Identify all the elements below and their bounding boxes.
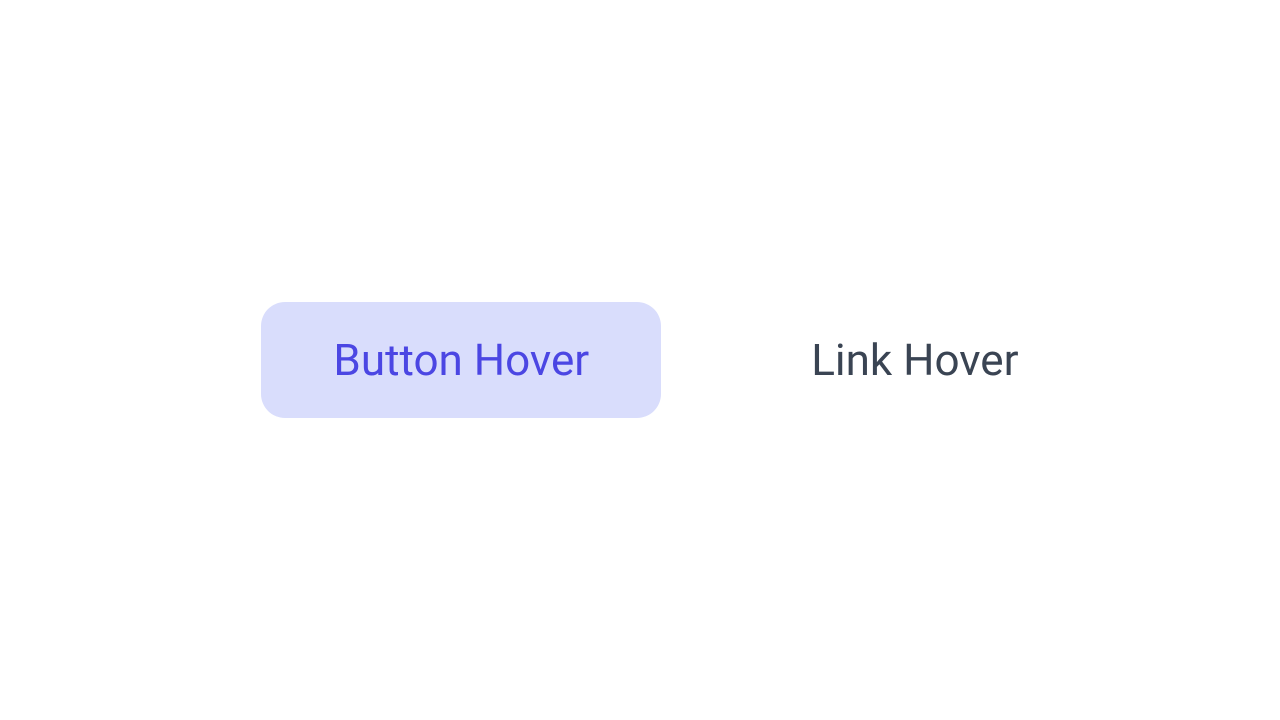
- button-hover[interactable]: Button Hover: [261, 302, 661, 418]
- link-hover[interactable]: Link Hover: [811, 334, 1018, 386]
